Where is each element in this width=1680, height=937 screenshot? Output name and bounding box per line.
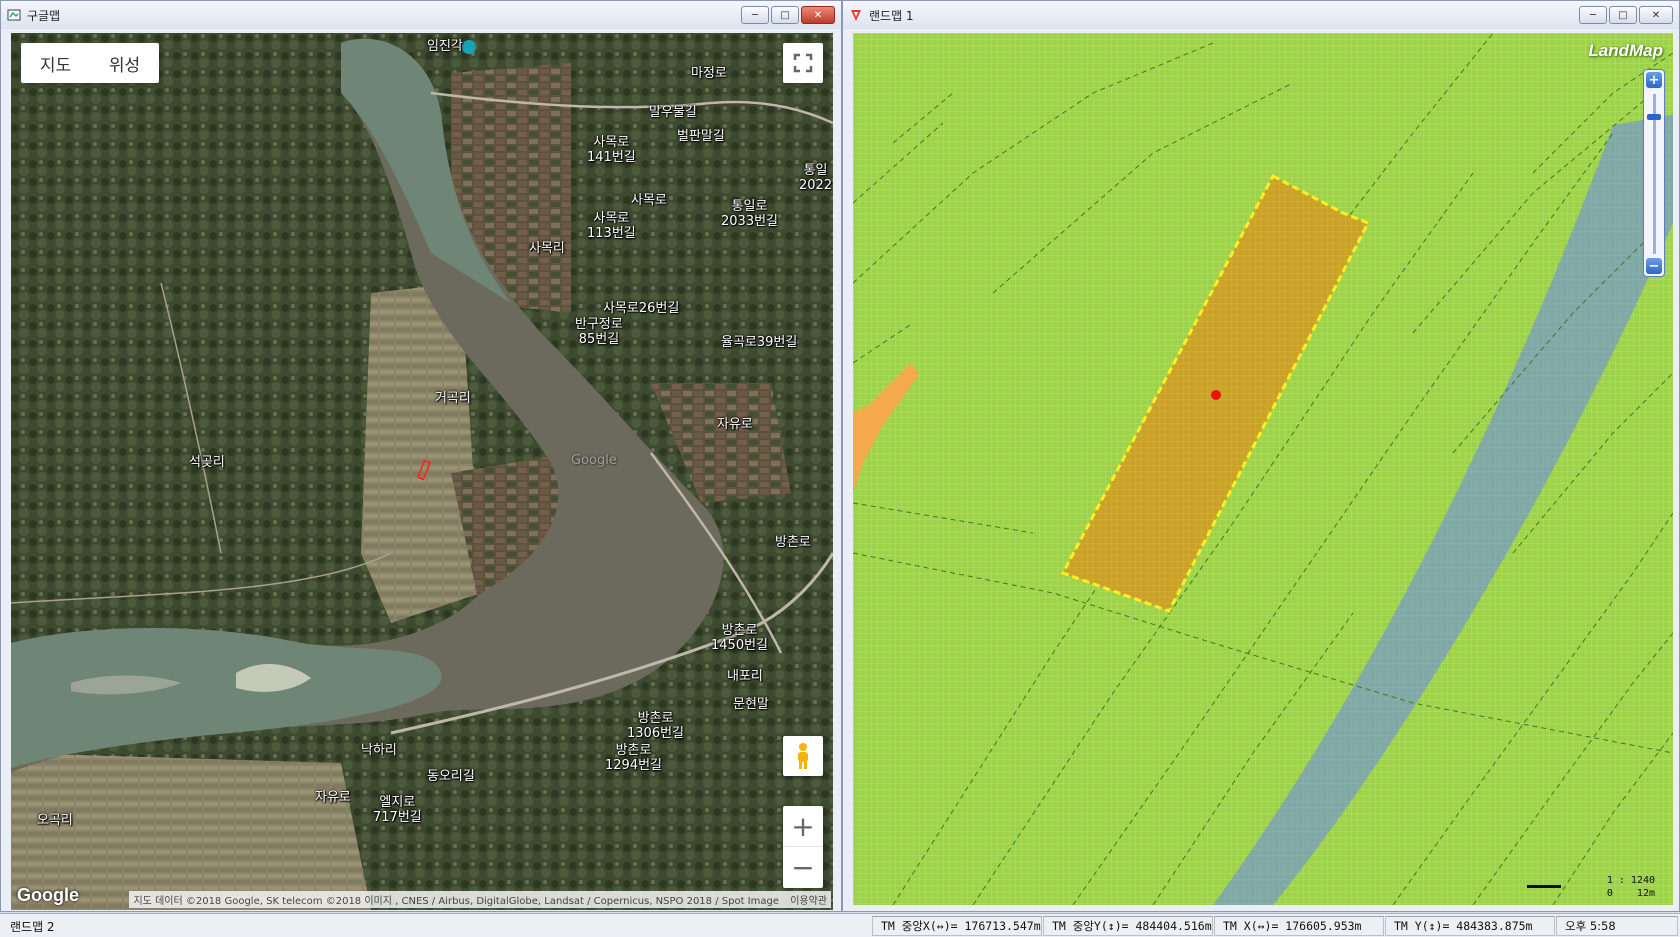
place-label: 방촌로 <box>775 535 811 550</box>
landmap-titlebar[interactable]: 랜드맵 1 ─ □ ✕ <box>843 1 1679 29</box>
place-label: 자유로 <box>717 417 753 432</box>
zoom-in-button[interactable]: + <box>783 806 823 847</box>
map-type-toggle: 지도 위성 <box>21 43 159 83</box>
place-label: 통일 2022 <box>799 163 833 193</box>
zoom-out-button[interactable]: − <box>1646 258 1662 274</box>
place-label: 엘지로 717번길 <box>373 795 422 825</box>
place-label: 낙하리 <box>361 743 397 758</box>
place-label: 임진각 <box>427 39 463 54</box>
place-label: 자유로 <box>315 790 351 805</box>
place-label: 벌판말길 <box>677 129 725 144</box>
minimize-button[interactable]: ─ <box>741 6 769 24</box>
street-view-pegman-button[interactable] <box>783 736 823 776</box>
tm-center-y: TM 중앙Y(↕)= 484404.516m <box>1043 916 1213 936</box>
terms-link[interactable]: 이용약관 <box>790 896 827 907</box>
landmap-logo: LandMap <box>1588 41 1663 60</box>
status-clock: 오후 5:58 <box>1556 916 1678 936</box>
place-label: 반구정로 85번길 <box>575 317 623 347</box>
maximize-button[interactable]: □ <box>1609 6 1637 24</box>
cadastral-map-canvas <box>853 33 1673 905</box>
map-type-map-button[interactable]: 지도 <box>21 51 90 76</box>
place-label: 거곡리 <box>435 391 471 406</box>
place-label: 오곡리 <box>37 813 73 828</box>
landmap-app-icon <box>851 10 861 21</box>
status-bar: 랜드맵 2 TM 중앙X(↔)= 176713.547m TM 중앙Y(↕)= … <box>0 913 1680 937</box>
tm-x: TM X(↔)= 176605.953m <box>1214 916 1384 936</box>
scale-bar <box>1527 885 1561 888</box>
status-window-name: 랜드맵 2 <box>10 919 55 934</box>
google-logo: Google <box>17 885 79 905</box>
map-scale: 1 : 1240 0 12m <box>1607 875 1655 899</box>
place-label: 사목리 <box>529 241 565 256</box>
place-label: 말우물길 <box>649 105 697 120</box>
google-map-titlebar[interactable]: 구글맵 ─ □ ✕ <box>1 1 841 29</box>
place-label: 통일로 2033번길 <box>721 199 779 229</box>
maximize-button[interactable]: □ <box>771 6 799 24</box>
place-label: 석곶리 <box>189 455 225 470</box>
place-label: 사목로 141번길 <box>587 135 636 165</box>
place-label: 동오리길 <box>427 769 475 784</box>
place-label: 문현말 <box>733 697 769 712</box>
place-label: 방촌로 1450번길 <box>711 623 769 653</box>
zoom-in-button[interactable]: + <box>1646 72 1662 88</box>
place-label: 마정로 <box>691 66 727 81</box>
place-label: 사목로 113번길 <box>587 211 636 241</box>
scale-bar-label: 0 12m <box>1606 888 1655 899</box>
close-button[interactable]: ✕ <box>801 6 835 24</box>
place-label: 방촌로 1294번길 <box>605 743 663 773</box>
zoom-out-button[interactable]: − <box>783 847 823 888</box>
satellite-map-view[interactable]: 임진각 마정로 말우물길 벌판말길 사목로 141번길 사목로 통일로 2033… <box>11 33 833 910</box>
place-label: 사목로 <box>631 193 667 208</box>
place-label: 내포리 <box>727 669 763 684</box>
close-button[interactable]: ✕ <box>1639 6 1673 24</box>
landmap-title: 랜드맵 1 <box>869 8 914 23</box>
zoom-slider: + − <box>1643 69 1665 277</box>
pegman-icon <box>798 743 808 769</box>
zoom-thumb[interactable] <box>1647 114 1661 120</box>
parcel-center-marker <box>1211 390 1221 400</box>
google-map-window: 구글맵 ─ □ ✕ 임진각 마정로 말우물길 벌판말길 사목로 141번길 사목… <box>0 0 842 912</box>
landmap-window: 랜드맵 1 ─ □ ✕ LandMap + − 1: 1240 0 12m <box>842 0 1680 912</box>
attribution-text: 지도 데이터 ©2018 Google, SK telecom ©2018 이미… <box>133 896 779 907</box>
fullscreen-icon <box>793 53 813 73</box>
scale-ratio: 1 : 1240 <box>1606 875 1655 886</box>
place-label: 방촌로 1306번길 <box>627 711 685 741</box>
place-pin-icon <box>462 40 476 54</box>
zoom-control: + − <box>783 806 823 888</box>
map-watermark: Google <box>571 453 617 468</box>
map-window-icon <box>7 9 21 21</box>
fullscreen-button[interactable] <box>783 43 823 83</box>
cadastral-map-view[interactable]: LandMap + − 1 : 1240 0 12m <box>853 33 1673 905</box>
google-map-title: 구글맵 <box>27 8 61 23</box>
tm-center-x: TM 중앙X(↔)= 176713.547m <box>872 916 1042 936</box>
minimize-button[interactable]: ─ <box>1579 6 1607 24</box>
place-label: 율곡로39번길 <box>721 335 798 350</box>
place-label: 사목로26번길 <box>603 301 680 316</box>
satellite-imagery <box>11 33 833 910</box>
tm-y: TM Y(↕)= 484383.875m <box>1385 916 1555 936</box>
map-type-satellite-button[interactable]: 위성 <box>90 51 159 76</box>
map-attribution: 지도 데이터 ©2018 Google, SK telecom ©2018 이미… <box>129 891 831 908</box>
